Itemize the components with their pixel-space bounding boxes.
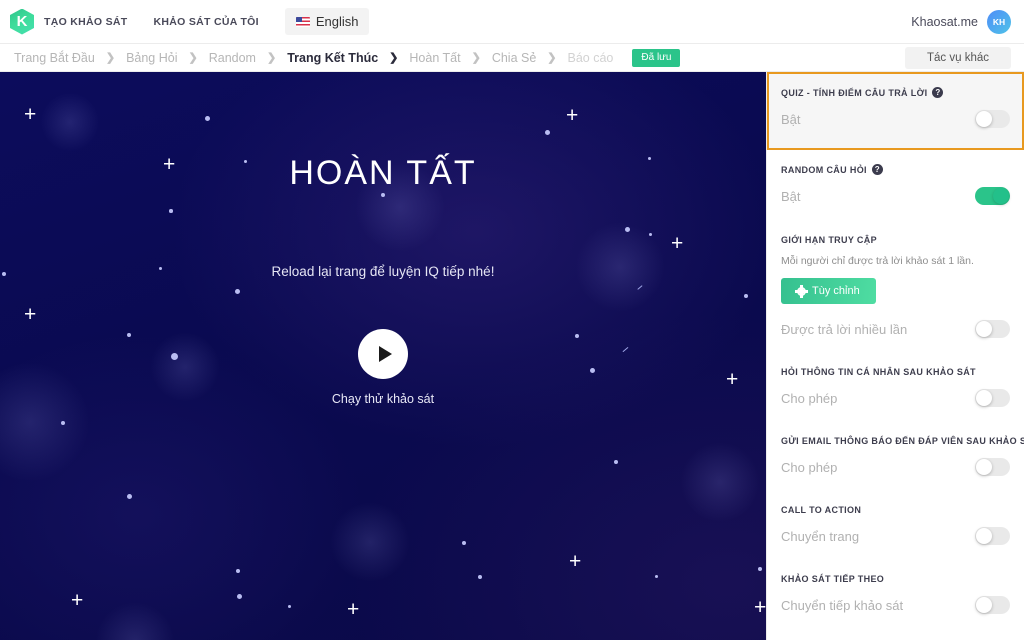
setting-row: Chuyển tiếp khảo sát (781, 594, 1010, 616)
toggle-knob (976, 111, 992, 127)
account-name: Khaosat.me (911, 14, 978, 29)
breadcrumb: Trang Bắt Đầu ❯ Bảng Hỏi ❯ Random ❯ Tran… (0, 44, 1024, 72)
settings-panel: QUIZ - TÍNH ĐIỂM CÂU TRẢ LỜI ? Bật RANDO… (766, 72, 1024, 640)
breadcrumb-separator-icon: ❯ (188, 52, 198, 64)
setting-row: Chuyển trang (781, 525, 1010, 547)
setting-time-limit: GIỚI HẠN THỜI GIAN TOÀN KHẢO SÁT Thời gi… (767, 616, 1024, 640)
setting-title: CALL TO ACTION (781, 505, 1010, 515)
account-area: Khaosat.me KH (911, 9, 1024, 34)
language-label: English (315, 14, 359, 29)
setting-label: QUIZ - TÍNH ĐIỂM CÂU TRẢ LỜI (781, 87, 928, 98)
setting-value: Bật (781, 188, 801, 204)
setting-ask-personal-info: HỎI THÔNG TIN CÁ NHÂN SAU KHẢO SÁT Cho p… (767, 340, 1024, 409)
setting-quiz-scoring: QUIZ - TÍNH ĐIỂM CÂU TRẢ LỜI ? Bật (767, 72, 1024, 150)
customize-button-label: Tùy chỉnh (812, 285, 860, 297)
breadcrumb-separator-icon: ❯ (389, 52, 399, 64)
logo-letter: K (16, 13, 28, 30)
setting-value: Cho phép (781, 390, 838, 406)
play-survey-button[interactable] (358, 329, 408, 379)
breadcrumb-item-questionnaire[interactable]: Bảng Hỏi (126, 51, 177, 65)
setting-row: Bật (781, 185, 1010, 207)
breadcrumb-separator-icon: ❯ (471, 52, 481, 64)
setting-row: Được trả lời nhiều lần (781, 318, 1010, 340)
breadcrumb-item-report[interactable]: Báo cáo (568, 51, 614, 65)
setting-value: Bật (781, 111, 801, 127)
toggle-send-email-notification[interactable] (975, 458, 1010, 476)
breadcrumb-separator-icon: ❯ (266, 52, 277, 64)
nav-create-survey[interactable]: TẠO KHẢO SÁT (44, 16, 128, 28)
toggle-multiple-responses[interactable] (975, 320, 1010, 338)
breadcrumb-item-end-page[interactable]: Trang Kết Thúc (287, 51, 378, 65)
gear-icon (795, 284, 808, 298)
toggle-knob (993, 188, 1009, 204)
toggle-next-survey[interactable] (975, 596, 1010, 614)
breadcrumb-separator-icon: ❯ (105, 52, 116, 64)
breadcrumb-separator-icon: ❯ (547, 52, 557, 64)
toggle-knob (976, 459, 992, 475)
setting-description: Mỗi người chỉ được trả lời khảo sát 1 lầ… (781, 255, 974, 267)
avatar[interactable]: KH (987, 9, 1011, 34)
play-icon (378, 346, 392, 362)
setting-label: GIỚI HẠN TRUY CẬP (781, 235, 877, 245)
setting-next-survey: KHẢO SÁT TIẾP THEO Chuyển tiếp khảo sát (767, 547, 1024, 616)
toggle-random-questions[interactable] (975, 187, 1010, 205)
toggle-knob (976, 321, 992, 337)
setting-call-to-action: CALL TO ACTION Chuyển trang (767, 478, 1024, 547)
setting-send-email-notification: GỬI EMAIL THÔNG BÁO ĐẾN ĐÁP VIÊN SAU KHẢ… (767, 409, 1024, 478)
toggle-call-to-action[interactable] (975, 527, 1010, 545)
us-flag-icon (295, 16, 310, 27)
preview-hero: HOÀN TẤT Reload lại trang để luyện IQ ti… (0, 72, 766, 640)
page-subtitle: Reload lại trang để luyện IQ tiếp nhé! (271, 264, 495, 279)
setting-value: Được trả lời nhiều lần (781, 321, 908, 337)
breadcrumb-item-complete[interactable]: Hoàn Tất (409, 51, 460, 65)
help-icon[interactable]: ? (932, 87, 944, 98)
setting-row: Bật (781, 108, 1010, 130)
setting-title: GIỚI HẠN TRUY CẬP (781, 235, 1010, 245)
customize-button[interactable]: Tùy chỉnh (781, 278, 876, 304)
setting-random-questions: RANDOM CÂU HỎI ? Bật (767, 150, 1024, 207)
setting-row: Cho phép (781, 456, 1010, 478)
setting-label: HỎI THÔNG TIN CÁ NHÂN SAU KHẢO SÁT (781, 367, 976, 377)
language-selector[interactable]: English (284, 8, 370, 35)
setting-label: KHẢO SÁT TIẾP THEO (781, 574, 885, 584)
setting-value: Chuyển tiếp khảo sát (781, 597, 904, 613)
survey-preview-canvas: + + + + + + + + + + HOÀN TẤT Reload lại … (0, 72, 766, 640)
page-title: HOÀN TẤT (289, 154, 477, 192)
setting-title: RANDOM CÂU HỎI ? (781, 164, 1010, 175)
setting-title: GỬI EMAIL THÔNG BÁO ĐẾN ĐÁP VIÊN SAU KHẢ… (781, 436, 1024, 446)
toggle-knob (976, 528, 992, 544)
status-badge-saved: Đã lưu (632, 48, 681, 67)
help-icon[interactable]: ? (871, 164, 883, 175)
toggle-knob (976, 390, 992, 406)
toggle-knob (976, 597, 992, 613)
toggle-quiz-scoring[interactable] (975, 110, 1010, 128)
nav-my-surveys[interactable]: KHẢO SÁT CỦA TÔI (154, 16, 259, 28)
breadcrumb-item-random[interactable]: Random (209, 51, 256, 65)
logo-icon: K (10, 8, 34, 35)
setting-label: RANDOM CÂU HỎI (781, 164, 867, 175)
toggle-ask-personal-info[interactable] (975, 389, 1010, 407)
setting-access-limit: GIỚI HẠN TRUY CẬP Mỗi người chỉ được trả… (767, 207, 1024, 340)
setting-value: Cho phép (781, 459, 838, 475)
setting-value: Chuyển trang (781, 528, 860, 544)
more-actions-button[interactable]: Tác vụ khác (905, 46, 1011, 69)
play-survey-label: Chạy thử khảo sát (331, 392, 435, 406)
setting-title: HỎI THÔNG TIN CÁ NHÂN SAU KHẢO SÁT (781, 367, 1010, 377)
brand-logo[interactable]: K (0, 8, 44, 35)
setting-label: GỬI EMAIL THÔNG BÁO ĐẾN ĐÁP VIÊN SAU KHẢ… (781, 436, 1024, 446)
setting-row: Cho phép (781, 387, 1010, 409)
setting-title: KHẢO SÁT TIẾP THEO (781, 574, 1010, 584)
top-navigation-bar: K TẠO KHẢO SÁT KHẢO SÁT CỦA TÔI English … (0, 0, 1024, 44)
app-root: K TẠO KHẢO SÁT KHẢO SÁT CỦA TÔI English … (0, 0, 1024, 640)
breadcrumb-item-start-page[interactable]: Trang Bắt Đầu (14, 51, 95, 65)
setting-label: CALL TO ACTION (781, 505, 862, 515)
breadcrumb-item-share[interactable]: Chia Sẻ (492, 51, 536, 65)
setting-title: QUIZ - TÍNH ĐIỂM CÂU TRẢ LỜI ? (781, 87, 1010, 98)
